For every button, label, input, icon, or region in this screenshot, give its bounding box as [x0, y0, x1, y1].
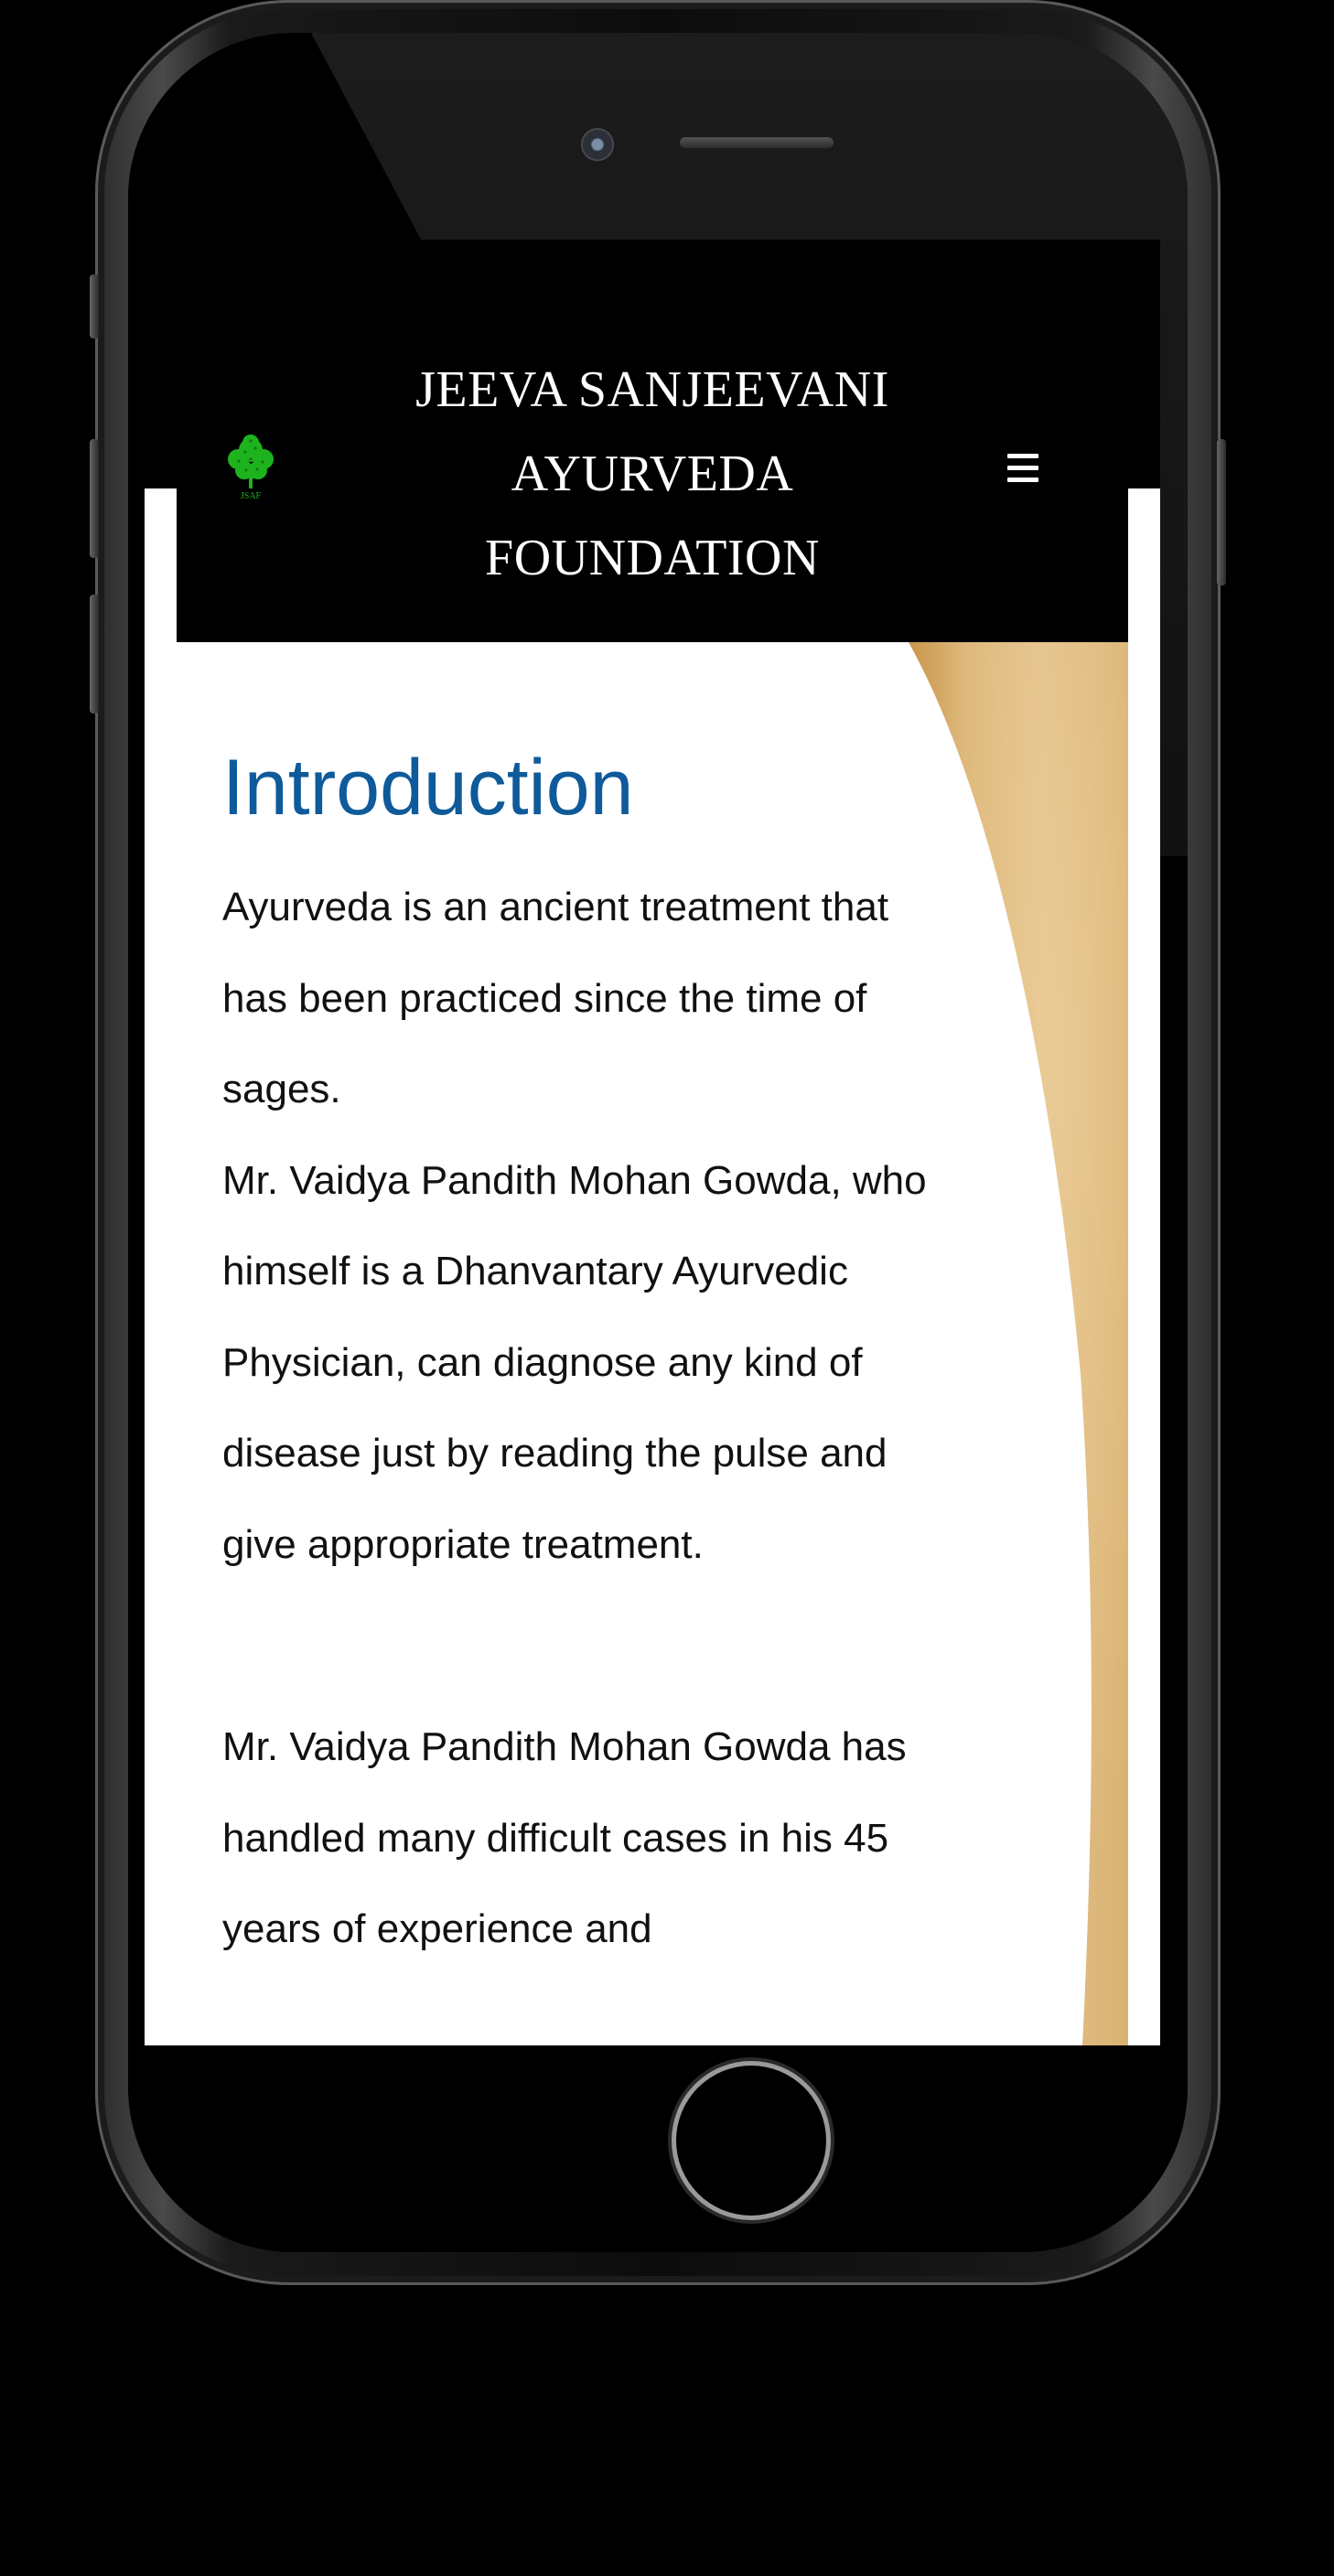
site-header: JSAF JEEVA SANJEEVANI AYURVEDA FOUNDATIO… — [177, 240, 1128, 642]
mute-switch — [90, 274, 99, 338]
logo-text: JSAF — [241, 491, 262, 501]
front-camera — [581, 128, 614, 161]
intro-sentence-2: Mr. Vaidya Pandith Mohan Gowda, who hims… — [222, 1157, 927, 1567]
phone-screen: JSAF JEEVA SANJEEVANI AYURVEDA FOUNDATIO… — [145, 240, 1160, 2045]
home-button[interactable] — [676, 2066, 826, 2216]
volume-down-button — [90, 595, 99, 714]
intro-paragraph: Ayurveda is an ancient treatment that ha… — [222, 862, 936, 1590]
power-button — [1217, 439, 1226, 585]
site-title[interactable]: JEEVA SANJEEVANI AYURVEDA FOUNDATION — [341, 348, 963, 600]
hamburger-menu-icon[interactable] — [1000, 445, 1046, 490]
intro-sentence-1: Ayurveda is an ancient treatment that ha… — [222, 885, 889, 1111]
tree-logo-icon[interactable]: JSAF — [222, 432, 279, 501]
volume-up-button — [90, 439, 99, 558]
main-content: Introduction Ayurveda is an ancient trea… — [177, 642, 1128, 2045]
earpiece-speaker — [680, 137, 834, 148]
experience-paragraph: Mr. Vaidya Pandith Mohan Gowda has handl… — [222, 1724, 907, 1951]
section-heading: Introduction — [222, 744, 634, 832]
